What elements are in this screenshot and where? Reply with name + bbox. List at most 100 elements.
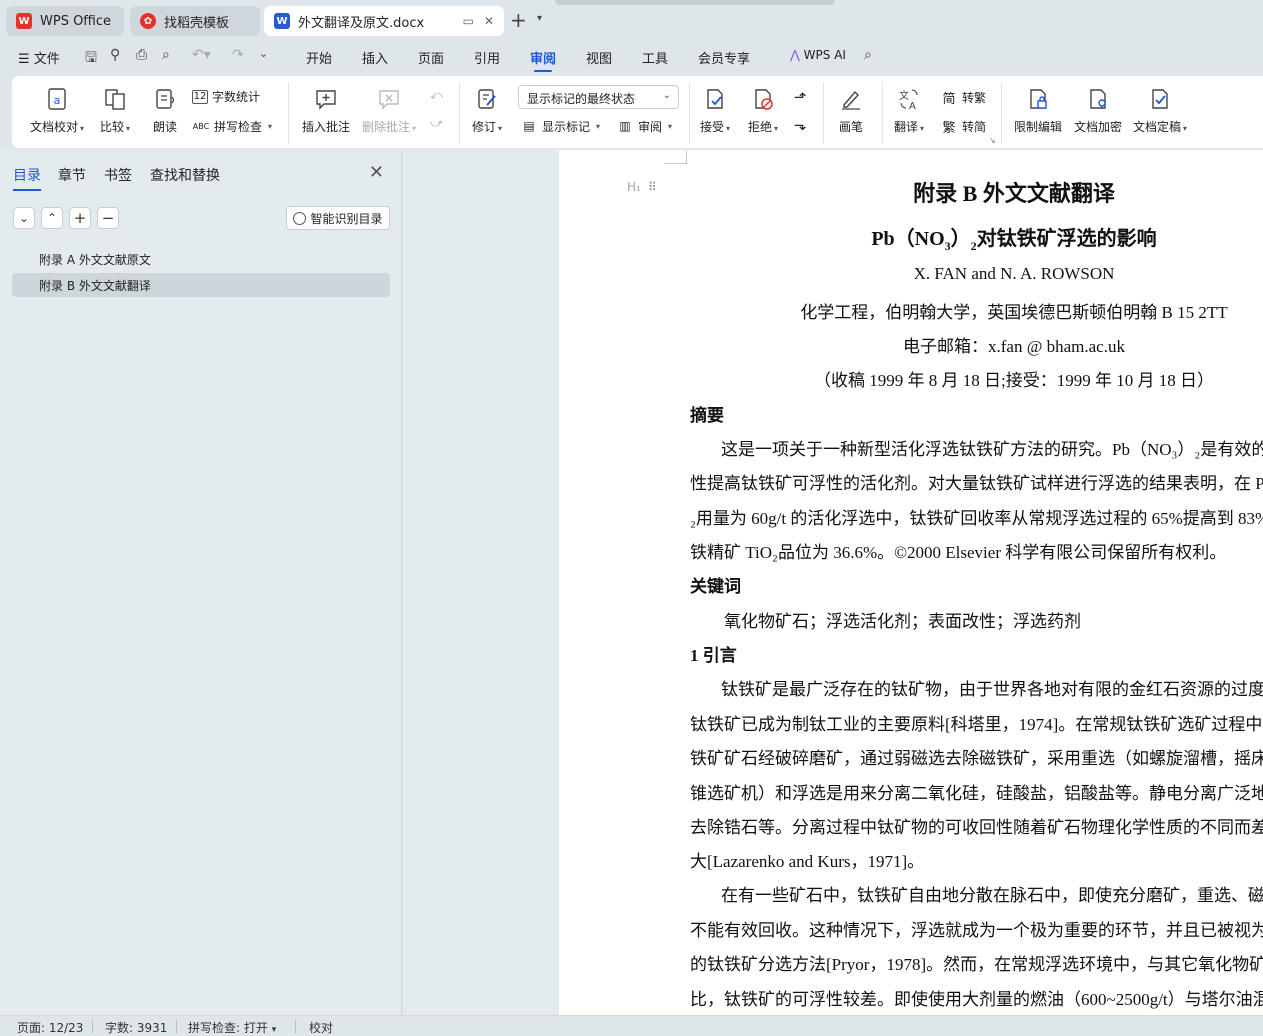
read-aloud-icon bbox=[152, 86, 178, 112]
new-tab-button[interactable]: + bbox=[510, 9, 527, 31]
proofread-status[interactable]: 校对 bbox=[309, 1019, 333, 1036]
undo-icon[interactable]: ↶▾ bbox=[192, 47, 211, 63]
abstract-heading: 摘要 bbox=[690, 406, 724, 425]
delete-comment-button[interactable]: 删除批注 ▾ bbox=[362, 86, 416, 135]
nav-tab-bookmarks[interactable]: 书签 bbox=[104, 165, 132, 185]
print-icon[interactable]: ⎙ bbox=[136, 47, 147, 63]
received-line: （收稿 1999 年 8 月 18 日;接受：1999 年 10 月 18 日） bbox=[814, 371, 1214, 390]
menu-bar: ☰ 文件 🖫 ⚲ ⎙ ⌕ ↶▾ ↷ ⌄ 开始 插入 页面 引用 审阅 视图 工具… bbox=[0, 40, 1263, 72]
insert-comment-label: 插入批注 bbox=[302, 120, 351, 134]
tab-wps-office[interactable]: W WPS Office bbox=[6, 6, 124, 36]
abstract-line: 性提高钛铁矿可浮性的活化剂。对大量钛铁矿试样进行浮选的结果表明，在 Pb( bbox=[690, 474, 1263, 493]
save-icon[interactable]: 🖫 bbox=[85, 47, 97, 71]
markup-state-select[interactable]: 显示标记的最终状态 ⌄ bbox=[518, 85, 679, 109]
menu-tools[interactable]: 工具 bbox=[642, 48, 668, 67]
delete-comment-icon bbox=[376, 86, 402, 112]
smart-toc-label: 智能识别目录 bbox=[310, 211, 383, 226]
window-drag-handle[interactable] bbox=[555, 0, 835, 5]
spell-check-status[interactable]: 拼写检查: 打开 ▾ bbox=[188, 1019, 276, 1036]
format-painter-icon[interactable]: ⚲ bbox=[110, 47, 120, 63]
spell-check-button[interactable]: ABC 拼写检查 ▾ bbox=[192, 117, 272, 135]
close-tab-icon[interactable]: ✕ bbox=[484, 14, 494, 28]
redo-icon[interactable]: ↷ bbox=[232, 47, 244, 63]
tab-list-chevron-icon[interactable]: ▾ bbox=[537, 13, 542, 24]
chevron-up-icon[interactable]: ⌃ bbox=[41, 207, 63, 229]
menu-view[interactable]: 视图 bbox=[586, 48, 612, 67]
previous-change-icon[interactable]: ⬏ bbox=[794, 88, 807, 106]
tab-label: 找稻壳模板 bbox=[164, 15, 230, 31]
status-bar: 页面: 12/23 字数: 3931 拼写检查: 打开 ▾ 校对 bbox=[0, 1015, 1263, 1036]
page-indicator[interactable]: 页面: 12/23 bbox=[17, 1019, 83, 1036]
tab-document[interactable]: W 外文翻译及原文.docx ▭ ✕ bbox=[264, 6, 504, 36]
heading-marker-icon[interactable]: H₁ bbox=[627, 180, 641, 194]
wps-ai-button[interactable]: ⋀ WPS AI bbox=[790, 48, 846, 62]
proofread-label: 文档校对 bbox=[30, 120, 79, 134]
group-expand-icon[interactable]: ↘ bbox=[989, 136, 996, 145]
docer-logo-icon: ✿ bbox=[140, 13, 156, 29]
nav-tab-toc[interactable]: 目录 bbox=[13, 165, 41, 191]
encrypt-document-button[interactable]: 文档加密 bbox=[1074, 86, 1122, 135]
tab-window-icon[interactable]: ▭ bbox=[463, 14, 474, 28]
document-page[interactable]: H₁ ⠿ 附录 B 外文文献翻译 Pb（NO3）2对钛铁矿浮选的影响 X. FA… bbox=[559, 150, 1263, 1015]
insert-comment-button[interactable]: 插入批注 bbox=[302, 86, 350, 135]
ribbon-divider bbox=[459, 82, 460, 144]
smart-toc-button[interactable]: 智能识别目录 bbox=[286, 206, 390, 230]
close-panel-icon[interactable]: ✕ bbox=[369, 162, 384, 183]
compare-label: 比较 bbox=[100, 120, 125, 134]
menu-page[interactable]: 页面 bbox=[418, 48, 444, 67]
accept-button[interactable]: 接受 ▾ bbox=[700, 86, 730, 135]
svg-text:A: A bbox=[909, 101, 916, 111]
track-changes-button[interactable]: 修订 ▾ bbox=[472, 86, 502, 135]
search-icon[interactable]: ⌕ bbox=[864, 47, 872, 63]
spell-check-label: 拼写检查 bbox=[214, 119, 263, 134]
ribbon-divider bbox=[288, 82, 289, 144]
read-aloud-button[interactable]: 朗读 bbox=[152, 86, 178, 135]
document-title: 附录 B 外文文献翻译 bbox=[913, 181, 1115, 206]
proofread-button[interactable]: a 文档校对 ▾ bbox=[30, 86, 84, 135]
to-simplified-button[interactable]: 繁 转简 bbox=[940, 117, 986, 136]
finalize-document-button[interactable]: 文档定稿 ▾ bbox=[1133, 86, 1187, 135]
show-markup-icon: ▤ bbox=[523, 119, 535, 133]
markup-state-value: 显示标记的最终状态 bbox=[527, 92, 636, 106]
toc-item-selected[interactable]: 附录 B 外文文献翻译 bbox=[12, 273, 390, 297]
word-count-icon: 12 bbox=[192, 89, 208, 104]
tab-docer-templates[interactable]: ✿ 找稻壳模板 bbox=[130, 6, 260, 36]
body-line: 锥选矿机）和浮选是用来分离二氧化硅，硅酸盐，铝酸盐等。静电分离广泛地 bbox=[690, 784, 1263, 803]
tab-label: 外文翻译及原文.docx bbox=[298, 15, 425, 31]
spell-check-status-label: 拼写检查: 打开 bbox=[188, 1021, 268, 1035]
word-count-indicator[interactable]: 字数: 3931 bbox=[105, 1019, 167, 1036]
quick-access-chevron-icon[interactable]: ⌄ bbox=[259, 47, 268, 60]
chevron-down-icon[interactable]: ⌄ bbox=[13, 207, 35, 229]
body-line: 大[Lazarenko and Kurs，1971]。 bbox=[690, 852, 925, 871]
file-menu[interactable]: ☰ 文件 bbox=[18, 48, 60, 67]
restrict-editing-button[interactable]: 限制编辑 bbox=[1014, 86, 1062, 135]
compare-button[interactable]: 比较 ▾ bbox=[100, 86, 130, 135]
body-line: 钛铁矿是最广泛存在的钛矿物，由于世界各地对有限的金红石资源的过度 bbox=[721, 680, 1263, 699]
word-count-button[interactable]: 12 字数统计 bbox=[192, 88, 260, 105]
toc-item[interactable]: 附录 A 外文文献原文 bbox=[12, 247, 390, 271]
next-comment-icon[interactable]: ⤻ bbox=[430, 116, 443, 131]
reject-button[interactable]: 拒绝 ▾ bbox=[748, 86, 778, 135]
pen-button[interactable]: 画笔 bbox=[838, 86, 864, 135]
menu-member[interactable]: 会员专享 bbox=[698, 48, 750, 67]
menu-reference[interactable]: 引用 bbox=[474, 48, 500, 67]
wps-logo-icon: W bbox=[16, 13, 32, 29]
previous-comment-icon[interactable]: ⤺ bbox=[430, 88, 443, 103]
print-preview-icon[interactable]: ⌕ bbox=[162, 47, 170, 63]
menu-start[interactable]: 开始 bbox=[306, 48, 332, 67]
drag-grip-icon[interactable]: ⠿ bbox=[648, 180, 657, 194]
translate-button[interactable]: 文A 翻译 ▾ bbox=[894, 86, 924, 135]
wps-ai-label: WPS AI bbox=[803, 48, 846, 62]
add-heading-icon[interactable]: + bbox=[69, 207, 91, 229]
nav-tab-find-replace[interactable]: 查找和替换 bbox=[150, 165, 220, 185]
nav-tab-chapters[interactable]: 章节 bbox=[58, 165, 86, 185]
remove-heading-icon[interactable]: − bbox=[97, 207, 119, 229]
file-menu-label: 文件 bbox=[33, 52, 60, 67]
read-aloud-label: 朗读 bbox=[152, 120, 177, 134]
show-markup-button[interactable]: ▤ 显示标记 ▾ bbox=[520, 117, 600, 135]
review-pane-button[interactable]: ▥ 审阅 ▾ bbox=[616, 117, 672, 135]
menu-review[interactable]: 审阅 bbox=[530, 48, 556, 72]
next-change-icon[interactable]: ⬎ bbox=[794, 116, 807, 134]
menu-insert[interactable]: 插入 bbox=[362, 48, 388, 67]
to-traditional-button[interactable]: 简 转繁 bbox=[940, 88, 986, 107]
